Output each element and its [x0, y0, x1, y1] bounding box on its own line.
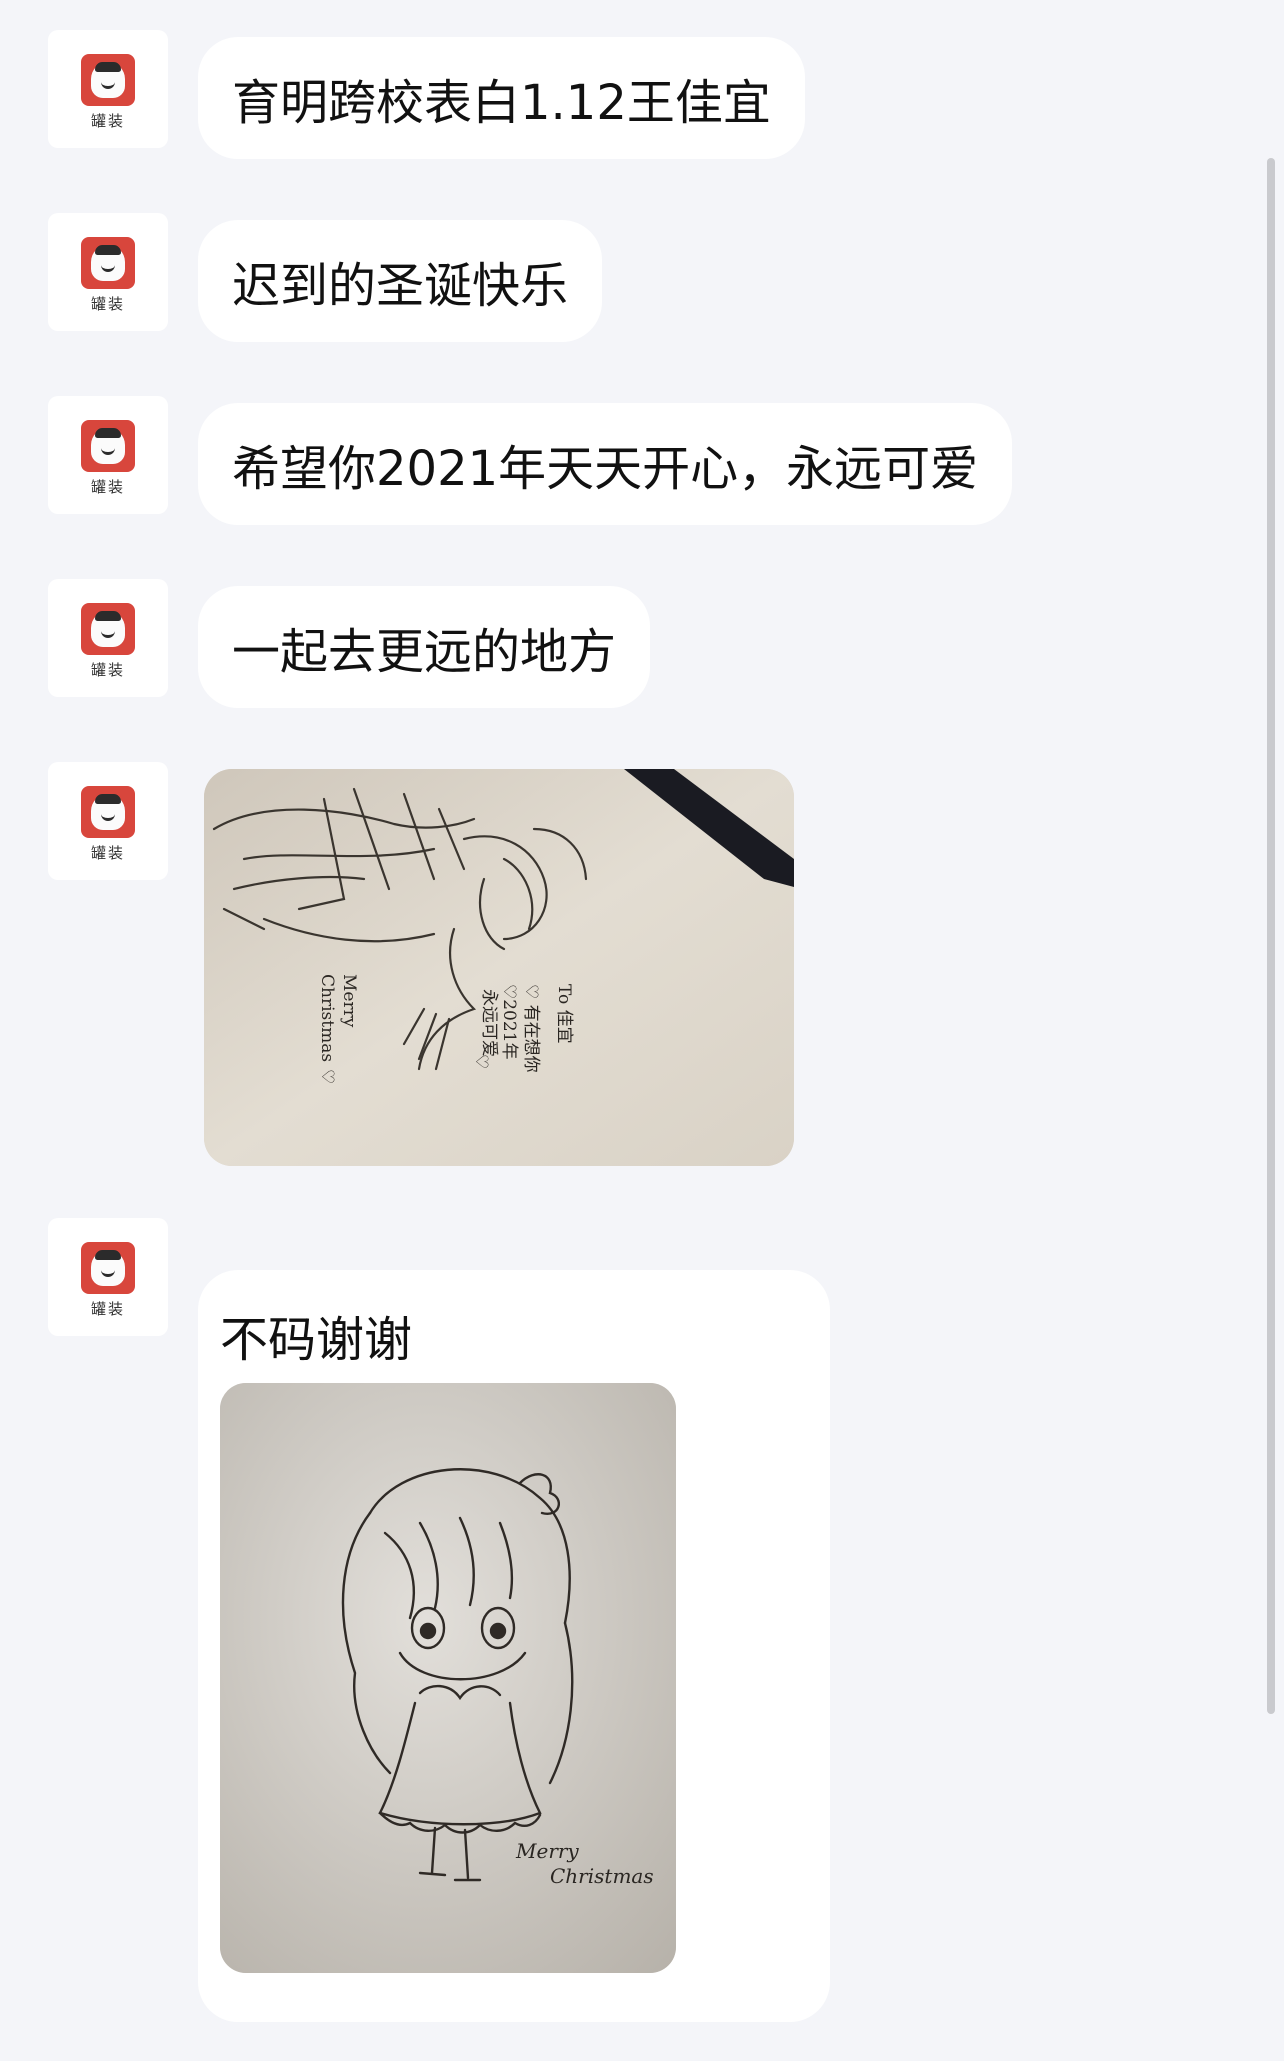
- message-bubble[interactable]: 育明跨校表白1.12王佳宜: [198, 37, 805, 159]
- photo-text: Christmas: [550, 1864, 654, 1888]
- message-bubble[interactable]: 一起去更远的地方: [198, 586, 651, 708]
- canned-character-avatar-icon: [81, 420, 135, 472]
- scrollbar[interactable]: [1267, 158, 1275, 1714]
- sender-avatar[interactable]: 罐装: [48, 396, 168, 514]
- sender-avatar[interactable]: 罐装: [48, 213, 168, 331]
- image-message[interactable]: Merry Christmas: [220, 1383, 676, 1973]
- photo-text: Merry: [515, 1839, 579, 1863]
- avatar-label: 罐装: [90, 1300, 125, 1318]
- canned-character-avatar-icon: [81, 603, 135, 655]
- canned-character-avatar-icon: [81, 237, 135, 289]
- chibi-drawing-photo-icon: Merry Christmas: [220, 1383, 676, 1973]
- sender-avatar[interactable]: 罐装: [48, 30, 168, 148]
- sender-avatar[interactable]: 罐装: [48, 1218, 168, 1336]
- photo-text: 永远可爱: [479, 989, 499, 1057]
- message-bubble[interactable]: 迟到的圣诞快乐: [198, 220, 603, 342]
- message-bubble[interactable]: 希望你2021年天天开心，永远可爱: [198, 403, 1013, 525]
- canned-character-avatar-icon: [81, 54, 135, 106]
- photo-text: ♡: [471, 1054, 491, 1069]
- avatar-label: 罐装: [90, 661, 125, 679]
- photo-text: ♡: [317, 1069, 337, 1084]
- sender-avatar[interactable]: 罐装: [48, 579, 168, 697]
- message-card[interactable]: 不码谢谢 Merry Christmas: [198, 1270, 830, 2022]
- avatar-label: 罐装: [90, 112, 125, 130]
- photo-text: ♡ 有在想你: [521, 984, 541, 1073]
- photo-text: ♡2021年: [499, 984, 519, 1060]
- image-message[interactable]: To 佳宜 ♡ 有在想你 ♡2021年 永远可爱 ♡ Merry Christm…: [204, 769, 794, 1166]
- message-caption: 不码谢谢: [220, 1312, 413, 1368]
- avatar-label: 罐装: [90, 844, 125, 862]
- photo-text: Christmas: [317, 974, 337, 1062]
- canned-character-avatar-icon: [81, 1242, 135, 1294]
- avatar-label: 罐装: [90, 295, 125, 313]
- avatar-label: 罐装: [90, 478, 125, 496]
- photo-text: Merry: [339, 974, 359, 1028]
- chat-thread: 罐装 育明跨校表白1.12王佳宜 罐装 迟到的圣诞快乐 罐装 希望你2021年天…: [0, 0, 1284, 2061]
- photo-text: To 佳宜: [554, 984, 574, 1044]
- sender-avatar[interactable]: 罐装: [48, 762, 168, 880]
- drawing-photo-icon: To 佳宜 ♡ 有在想你 ♡2021年 永远可爱 ♡ Merry Christm…: [204, 769, 794, 1166]
- canned-character-avatar-icon: [81, 786, 135, 838]
